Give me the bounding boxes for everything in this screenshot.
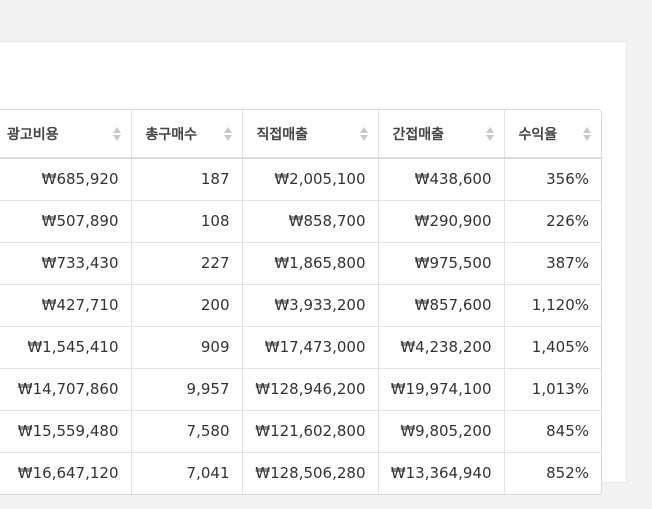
table-row: ₩16,647,120 7,041 ₩128,506,280 ₩13,364,940 8… [0, 452, 601, 494]
cell-indirect-sales: ₩290,900 [378, 200, 505, 243]
cell-roi: 845% [504, 410, 601, 453]
cell-roi: 852% [546, 464, 589, 483]
cell-direct-sales: ₩17,473,000 [242, 326, 379, 369]
cell-indirect-sales: ₩975,500 [378, 242, 505, 285]
cell-total-purchases: 227 [131, 242, 243, 285]
column-header-label: 수익율 [518, 126, 558, 143]
column-header-label: 간접매출 [392, 126, 445, 143]
table-row: ₩14,707,860 9,957 ₩128,946,200 ₩19,974,100 1… [0, 368, 601, 411]
cell-roi: 1,120% [504, 284, 601, 327]
cell-indirect-sales: ₩9,805,200 [378, 410, 505, 453]
cell-ad-cost: ₩1,545,410 [0, 326, 132, 369]
sort-icon[interactable] [359, 127, 368, 141]
column-header-roi[interactable]: 수익율 [504, 110, 601, 159]
cell-ad-cost: ₩14,707,860 [0, 368, 132, 411]
cell-ad-cost: ₩427,710 [0, 284, 132, 327]
cell-roi: 226% [504, 200, 601, 243]
cell-total-purchases: 7,580 [131, 410, 243, 453]
column-header-label: 광고비용 [7, 126, 59, 143]
cell-total-purchases: 200 [131, 284, 243, 327]
cell-total-purchases: 187 [131, 158, 243, 201]
cell-indirect-sales: ₩19,974,100 [378, 368, 505, 411]
table-row: ₩685,920 187 ₩2,005,100 ₩438,600 356% [0, 158, 601, 201]
header-row: 광고비용 총구매수 직접매출 간접매출 수익율 [0, 110, 601, 159]
column-header-label: 직접매출 [256, 126, 309, 143]
column-header-total-purchases[interactable]: 총구매수 [131, 110, 243, 159]
table-row: ₩507,890 108 ₩858,700 ₩290,900 226% [0, 200, 601, 243]
column-header-label: 총구매수 [145, 126, 198, 143]
cell-roi: 356% [504, 158, 601, 201]
cell-ad-cost: ₩733,430 [0, 242, 132, 285]
cell-total-purchases: 909 [131, 326, 243, 369]
cell-direct-sales: ₩858,700 [242, 200, 379, 243]
cell-ad-cost: ₩685,920 [0, 158, 132, 201]
table-row: ₩733,430 227 ₩1,865,800 ₩975,500 387% [0, 242, 601, 285]
cell-indirect-sales: ₩857,600 [378, 284, 505, 327]
cell-direct-sales: ₩3,933,200 [242, 284, 379, 327]
column-header-ad-cost[interactable]: 광고비용 [0, 110, 132, 159]
cell-total-purchases: 7,041 [131, 452, 243, 494]
cell-indirect-sales: ₩13,364,940 [378, 452, 505, 494]
cell-indirect-sales: ₩4,238,200 [378, 326, 505, 369]
cell-indirect-sales: ₩438,600 [378, 158, 505, 201]
cell-roi: 1,405% [504, 326, 601, 369]
ad-performance-table-container: 광고비용 총구매수 직접매출 간접매출 수익율 ₩685,920 187 ₩2,… [0, 109, 602, 495]
sort-icon[interactable] [112, 127, 121, 141]
table-header: 광고비용 총구매수 직접매출 간접매출 수익율 [0, 110, 601, 159]
ad-performance-table: 광고비용 총구매수 직접매출 간접매출 수익율 ₩685,920 187 ₩2,… [0, 110, 601, 494]
sort-icon[interactable] [583, 127, 591, 141]
cell-direct-sales: ₩1,865,800 [242, 242, 379, 285]
cell-total-purchases: 9,957 [131, 368, 243, 411]
column-header-indirect-sales[interactable]: 간접매출 [378, 110, 505, 159]
cell-direct-sales: ₩121,602,800 [242, 410, 379, 453]
table-row: ₩427,710 200 ₩3,933,200 ₩857,600 1,120% [0, 284, 601, 327]
cell-ad-cost: ₩15,559,480 [0, 410, 132, 453]
sort-icon[interactable] [485, 127, 494, 141]
table-row: ₩15,559,480 7,580 ₩121,602,800 ₩9,805,200 84… [0, 410, 601, 453]
cell-direct-sales: ₩128,946,200 [242, 368, 379, 411]
cell-ad-cost: ₩16,647,120 [0, 452, 132, 494]
table-body: ₩685,920 187 ₩2,005,100 ₩438,600 356% ₩507,89… [0, 158, 601, 494]
cell-direct-sales: ₩128,506,280 [242, 452, 379, 494]
cell-ad-cost: ₩507,890 [0, 200, 132, 243]
sort-icon[interactable] [223, 127, 232, 141]
report-panel: 광고비용 총구매수 직접매출 간접매출 수익율 ₩685,920 187 ₩2,… [0, 41, 627, 495]
cell-roi: 1,013% [504, 368, 601, 411]
cell-total-purchases: 108 [131, 200, 243, 243]
column-header-direct-sales[interactable]: 직접매출 [242, 110, 379, 159]
cell-roi: 387% [504, 242, 601, 285]
table-row: ₩1,545,410 909 ₩17,473,000 ₩4,238,200 1,405% [0, 326, 601, 369]
cell-direct-sales: ₩2,005,100 [242, 158, 379, 201]
